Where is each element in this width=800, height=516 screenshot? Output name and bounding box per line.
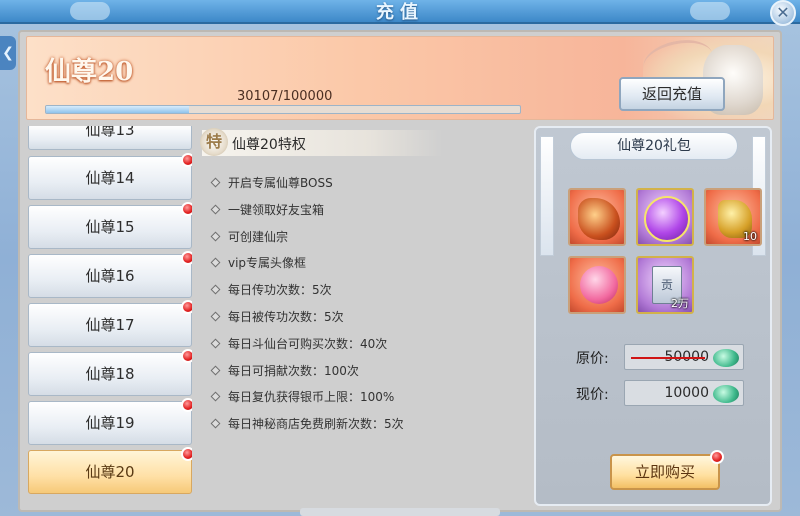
rank-item-13[interactable]: 仙尊13: [28, 126, 192, 150]
title-ornament-left: [70, 2, 110, 20]
diamond-bullet-icon: [210, 204, 221, 215]
privilege-item: 每日斗仙台可购买次数：40次: [210, 335, 532, 362]
current-price-label: 现价:: [576, 387, 609, 403]
diamond-bullet-icon: [210, 365, 221, 376]
diamond-bullet-icon: [210, 284, 221, 295]
rank-item-15[interactable]: 仙尊15: [28, 202, 192, 249]
rank-item-17[interactable]: 仙尊17: [28, 300, 192, 347]
rank-title: 仙尊20: [45, 57, 134, 87]
diamond-bullet-icon: [210, 257, 221, 268]
progress-text: 30107/100000: [237, 89, 333, 104]
privilege-item: 每日可捐献次数：100次: [210, 362, 532, 389]
diamond-bullet-icon: [210, 231, 221, 242]
gift-item-slot[interactable]: 贡 2万: [636, 256, 694, 314]
privilege-item: 一键领取好友宝箱: [210, 201, 532, 228]
notification-dot-icon: [181, 251, 192, 265]
privilege-item: 开启专属仙尊BOSS: [210, 174, 532, 201]
close-button[interactable]: ✕: [770, 0, 796, 26]
gift-pack-title: 仙尊20礼包: [570, 132, 738, 160]
rank-header: 仙尊20 30107/100000 返回充值: [26, 36, 774, 120]
price-strikethrough: [631, 357, 705, 359]
privilege-item: 每日被传功次数：5次: [210, 308, 532, 335]
privilege-item: vip专属头像框: [210, 254, 532, 281]
notification-dot-icon: [181, 202, 192, 216]
gift-pack-panel: 仙尊20礼包 10 贡 2万 原价: 50000 现价: 10000 立即购买: [534, 126, 772, 506]
side-collapse-arrow-icon[interactable]: ❮: [0, 36, 16, 70]
notification-dot-icon: [710, 450, 724, 464]
jade-icon: [713, 385, 739, 403]
notification-dot-icon: [181, 447, 192, 461]
current-price-row: 现价: 10000: [576, 380, 756, 406]
rank-item-16[interactable]: 仙尊16: [28, 251, 192, 298]
notification-dot-icon: [181, 300, 192, 314]
diamond-bullet-icon: [210, 311, 221, 322]
notification-dot-icon: [181, 153, 192, 167]
peach-icon: [580, 266, 618, 304]
original-price-row: 原价: 50000: [576, 344, 756, 370]
privilege-item: 可创建仙宗: [210, 228, 532, 255]
diamond-bullet-icon: [210, 391, 221, 402]
current-price-value: 10000: [664, 385, 709, 401]
item-count: 2万: [671, 297, 689, 310]
privilege-item: 每日复仇获得银币上限：100%: [210, 388, 532, 415]
notification-dot-icon: [181, 349, 192, 363]
current-price-box: 10000: [624, 380, 744, 406]
original-price-label: 原价:: [576, 351, 609, 367]
close-icon: ✕: [776, 3, 790, 22]
diamond-bullet-icon: [210, 418, 221, 429]
return-recharge-button[interactable]: 返回充值: [619, 77, 725, 111]
window-title: 充值: [376, 2, 424, 23]
rank-list[interactable]: 仙尊13 仙尊14 仙尊15 仙尊16 仙尊17 仙尊18 仙尊19 仙尊20: [28, 126, 192, 496]
privilege-header: 特 仙尊20特权: [200, 128, 442, 156]
gift-item-slot[interactable]: [636, 188, 694, 246]
original-price-box: 50000: [624, 344, 744, 370]
gift-item-slot[interactable]: [568, 256, 626, 314]
privilege-title: 仙尊20特权: [232, 137, 306, 153]
privilege-list: 开启专属仙尊BOSS 一键领取好友宝箱 可创建仙宗 vip专属头像框 每日传功次…: [210, 174, 532, 442]
rank-item-14[interactable]: 仙尊14: [28, 153, 192, 200]
title-ornament-right: [690, 2, 730, 20]
rank-item-18[interactable]: 仙尊18: [28, 349, 192, 396]
title-bar: 充值: [0, 0, 800, 24]
diamond-bullet-icon: [210, 177, 221, 188]
gift-item-slot[interactable]: 10: [704, 188, 762, 246]
privilege-item: 每日传功次数：5次: [210, 281, 532, 308]
privilege-item: 每日神秘商店免费刷新次数：5次: [210, 415, 532, 442]
diamond-bullet-icon: [210, 338, 221, 349]
ribbon-left-icon: [540, 136, 554, 256]
horse-mount-icon: [578, 198, 620, 240]
notification-dot-icon: [181, 398, 192, 412]
privilege-badge-icon: 特: [200, 128, 228, 156]
buy-now-button[interactable]: 立即购买: [610, 450, 724, 490]
vip-panel: 仙尊20 30107/100000 返回充值 仙尊13 仙尊14 仙尊15 仙尊…: [18, 30, 782, 512]
bottom-strip: [300, 508, 500, 516]
rank-item-20[interactable]: 仙尊20: [28, 447, 192, 494]
progress-fill: [46, 106, 189, 113]
jade-icon: [713, 349, 739, 367]
rank-item-19[interactable]: 仙尊19: [28, 398, 192, 445]
item-count: 10: [743, 230, 757, 243]
purple-orb-icon: [644, 196, 690, 242]
gift-item-slot[interactable]: [568, 188, 626, 246]
progress-bar: [45, 105, 521, 114]
